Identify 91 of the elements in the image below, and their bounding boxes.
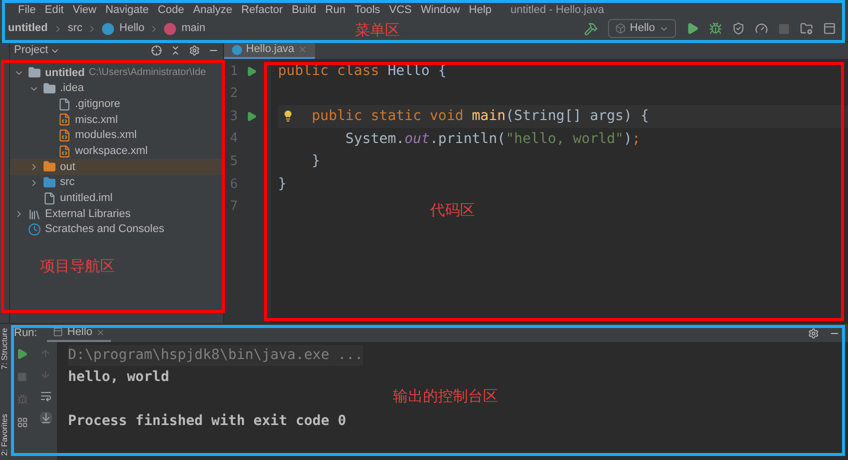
run-gutter-icon[interactable] <box>246 66 257 77</box>
tree-row[interactable]: workspace.xml <box>10 143 223 160</box>
coverage-icon[interactable] <box>732 22 745 35</box>
tree-row[interactable]: .gitignore <box>10 96 223 112</box>
tree-item-label: misc.xml <box>75 112 118 128</box>
breadcrumb[interactable]: src <box>68 20 82 37</box>
menu-item[interactable]: File <box>18 4 36 16</box>
collapse-all-icon[interactable] <box>170 45 181 56</box>
folder-icon <box>43 160 56 174</box>
menu-item[interactable]: Analyze <box>193 4 232 16</box>
run-panel-title: Run: <box>14 326 38 341</box>
method-icon <box>164 22 176 34</box>
xml-file-icon <box>58 129 71 142</box>
code-line: System.out.println("hello, world"); <box>344 130 642 149</box>
folder-icon <box>43 176 56 190</box>
scratches-icon <box>28 223 41 236</box>
library-icon <box>28 208 41 221</box>
code-line: } <box>278 174 288 194</box>
window-title: untitled - Hello.java <box>510 4 604 16</box>
file-icon <box>43 192 56 205</box>
settings-icon[interactable] <box>189 45 200 56</box>
console-output: hello, world <box>68 368 170 386</box>
menu-item[interactable]: View <box>72 4 96 16</box>
tree-row[interactable]: External Libraries <box>10 206 223 222</box>
breadcrumb[interactable]: Hello <box>119 20 144 37</box>
tree-item-label: .gitignore <box>75 96 120 112</box>
project-view-dropdown[interactable]: Project <box>14 42 60 59</box>
class-icon <box>102 22 114 34</box>
run-icon[interactable] <box>686 22 699 35</box>
breadcrumb[interactable]: main <box>181 20 206 37</box>
tree-item-label: Scratches and Consoles <box>45 222 164 238</box>
breadcrumb[interactable]: untitled <box>8 20 48 37</box>
file-icon <box>58 98 71 111</box>
tree-row[interactable]: misc.xml <box>10 112 223 128</box>
menu-item[interactable]: Tools <box>354 4 380 16</box>
menu-item[interactable]: Navigate <box>105 4 149 16</box>
tree-row[interactable]: modules.xml <box>10 128 223 144</box>
soft-wrap-icon[interactable] <box>40 390 52 402</box>
xml-file-icon <box>58 144 71 158</box>
layout-icon[interactable] <box>16 417 28 428</box>
menu-item[interactable]: Edit <box>44 4 64 16</box>
menu-item[interactable]: Code <box>158 4 184 16</box>
tree-item-label: modules.xml <box>75 128 137 144</box>
close-icon[interactable] <box>96 328 106 336</box>
menu-item[interactable]: Window <box>420 4 460 16</box>
tree-item-label: .idea <box>60 81 84 96</box>
bug-icon[interactable] <box>709 22 722 35</box>
tree-item-label: untitled <box>45 66 85 81</box>
run-configuration-dropdown[interactable]: Hello <box>608 19 676 38</box>
console-icon <box>53 327 64 337</box>
module-folder-icon <box>28 66 41 80</box>
tree-row[interactable]: out <box>10 159 223 175</box>
tool-window-tab[interactable]: 7: Structure <box>0 328 10 370</box>
lightbulb-icon[interactable] <box>282 110 294 122</box>
annotation-label: 项目导航区 <box>40 256 115 277</box>
project-structure-icon[interactable] <box>800 22 813 35</box>
terminal-icon[interactable] <box>823 22 836 35</box>
menu-item[interactable]: Build <box>292 4 316 16</box>
console-output: Process finished with exit code 0 <box>68 412 346 430</box>
tree-item-path: C:\Users\Administrator\Ide <box>88 66 206 80</box>
tree-row[interactable]: untitled.iml <box>10 190 223 206</box>
rerun-icon[interactable] <box>16 348 28 360</box>
locate-icon[interactable] <box>151 45 162 56</box>
build-icon[interactable] <box>584 22 598 36</box>
run-gutter-icon[interactable] <box>246 110 257 122</box>
annotation-label: 输出的控制台区 <box>393 386 498 407</box>
class-icon <box>232 44 242 54</box>
code-line: } <box>310 152 322 172</box>
tool-window-tab[interactable]: 2: Favorites <box>0 414 10 456</box>
xml-file-icon <box>58 113 71 126</box>
tree-item-label: External Libraries <box>45 206 131 222</box>
tree-item-label: src <box>60 175 75 190</box>
menu-item[interactable]: Run <box>325 4 346 16</box>
tree-item-label: workspace.xml <box>75 144 148 160</box>
annotation-label: 菜单区 <box>355 20 400 41</box>
tree-row[interactable]: untitled C:\Users\Administrator\Ide <box>10 65 223 81</box>
tree-row[interactable]: src <box>10 174 223 190</box>
menu-item[interactable]: Refactor <box>241 4 283 16</box>
folder-icon <box>43 82 56 96</box>
tree-item-label: out <box>60 160 76 175</box>
menu-item[interactable]: VCS <box>389 4 412 16</box>
editor-tab[interactable]: Hello.java <box>224 42 316 59</box>
tree-item-label: untitled.iml <box>60 191 113 206</box>
settings-icon[interactable] <box>808 328 819 338</box>
profiler-icon[interactable] <box>755 22 768 35</box>
tree-row[interactable]: Scratches and Consoles <box>10 222 223 238</box>
tree-row[interactable]: .idea <box>10 80 223 96</box>
scroll-to-end-icon[interactable] <box>40 412 52 424</box>
menu-item[interactable]: Help <box>468 4 492 16</box>
console-command: D:\program\hspjdk8\bin\java.exe ... <box>68 344 364 366</box>
annotation-label: 代码区 <box>430 200 475 221</box>
